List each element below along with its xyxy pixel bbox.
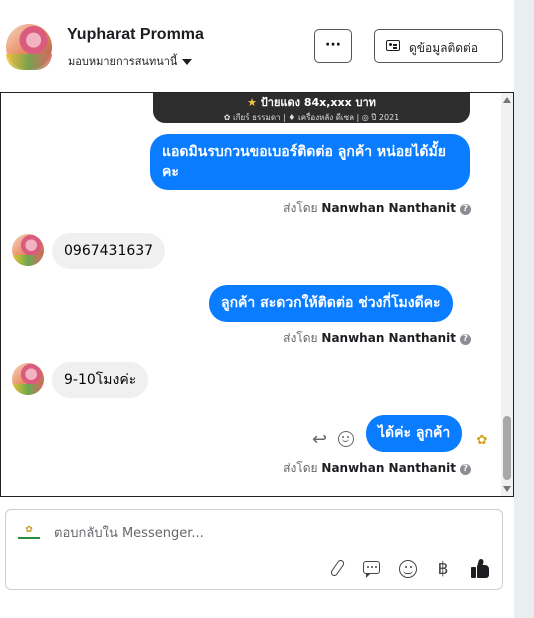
sender-name: Nanwhan Nanthanit — [321, 331, 456, 345]
thread-scrollbar[interactable] — [501, 93, 513, 496]
chat-dots — [367, 566, 369, 568]
product-image-attachment[interactable]: ★ ป้ายแดง 84x,xxx บาท ✿ เกียร์ ธรรมดา | … — [153, 93, 470, 123]
contact-avatar[interactable] — [6, 24, 52, 70]
chevron-down-icon — [182, 59, 193, 65]
sender-name: Nanwhan Nanthanit — [321, 461, 456, 475]
attachment-icon[interactable] — [327, 558, 349, 580]
incoming-message[interactable]: 9-10โมงค่ะ — [52, 362, 149, 398]
message-thread[interactable]: ★ ป้ายแดง 84x,xxx บาท ✿ เกียร์ ธรรมดา | … — [0, 92, 514, 497]
thumb-shape — [476, 558, 485, 569]
assign-label: มอบหมายการสนทนานี้ — [68, 55, 178, 68]
saved-replies-icon[interactable] — [361, 558, 383, 580]
sent-by-label: ส่งโดย Nanwhan Nanthanit? — [283, 199, 471, 218]
conversation-header: Yupharat Promma มอบหมายการสนทนานี้ ··· ด… — [0, 0, 514, 93]
contact-name[interactable]: Yupharat Promma — [67, 26, 204, 44]
scroll-down-arrow-icon[interactable] — [503, 486, 511, 492]
message-composer: ✿ ฿ — [5, 509, 503, 590]
banner-spec-line: ✿ เกียร์ ธรรมดา | ♦ เครื่องหลัง ดีเซล | … — [223, 113, 400, 122]
emoji-eyes — [405, 566, 407, 568]
more-options-button[interactable]: ··· — [314, 29, 352, 63]
scroll-up-arrow-icon[interactable] — [503, 97, 511, 103]
reply-input[interactable] — [52, 522, 476, 544]
help-icon[interactable]: ? — [460, 464, 471, 475]
reply-icon[interactable]: ↩ — [312, 429, 327, 450]
incoming-message[interactable]: 0967431637 — [52, 233, 166, 269]
thumbs-up-icon[interactable] — [469, 558, 491, 580]
help-icon[interactable]: ? — [460, 204, 471, 215]
sent-by-prefix: ส่งโดย — [283, 461, 318, 475]
sender-name: Nanwhan Nanthanit — [321, 201, 456, 215]
view-contact-info-label: ดูข้อมูลติดต่อ — [409, 41, 479, 55]
contact-avatar-small[interactable] — [12, 363, 44, 395]
help-icon[interactable]: ? — [460, 334, 471, 345]
conversation-panel: Yupharat Promma มอบหมายการสนทนานี้ ··· ด… — [0, 0, 514, 618]
contact-card-icon — [386, 40, 400, 51]
payment-baht-icon[interactable]: ฿ — [432, 558, 454, 580]
outgoing-message[interactable]: ลูกค้า สะดวกให้ติดต่อ ช่วงกี่โมงดีคะ — [209, 285, 453, 322]
page-logo-icon: ✿ — [16, 522, 42, 539]
scroll-thumb[interactable] — [503, 416, 511, 480]
emoji-icon[interactable] — [397, 558, 419, 580]
assign-conversation-dropdown[interactable]: มอบหมายการสนทนานี้ — [68, 52, 193, 70]
star-icon: ★ — [247, 96, 257, 109]
view-contact-info-button[interactable]: ดูข้อมูลติดต่อ — [374, 29, 503, 63]
banner-price-line: ★ ป้ายแดง 84x,xxx บาท — [153, 93, 470, 111]
banner-price-text: ป้ายแดง 84x,xxx บาท — [260, 96, 376, 109]
sent-by-label: ส่งโดย Nanwhan Nanthanit? — [283, 459, 471, 478]
seen-indicator-logo: ✿ — [476, 433, 488, 448]
outgoing-message[interactable]: แอดมินรบกวนขอเบอร์ติดต่อ ลูกค้า หน่อยได้… — [150, 134, 470, 190]
sent-by-prefix: ส่งโดย — [283, 331, 318, 345]
page-right-margin — [514, 0, 534, 618]
sent-by-label: ส่งโดย Nanwhan Nanthanit? — [283, 329, 471, 348]
sent-by-prefix: ส่งโดย — [283, 201, 318, 215]
contact-avatar-small[interactable] — [12, 234, 44, 266]
outgoing-message[interactable]: ได้ค่ะ ลูกค้า — [366, 415, 463, 452]
react-emoji-icon[interactable] — [338, 431, 354, 447]
